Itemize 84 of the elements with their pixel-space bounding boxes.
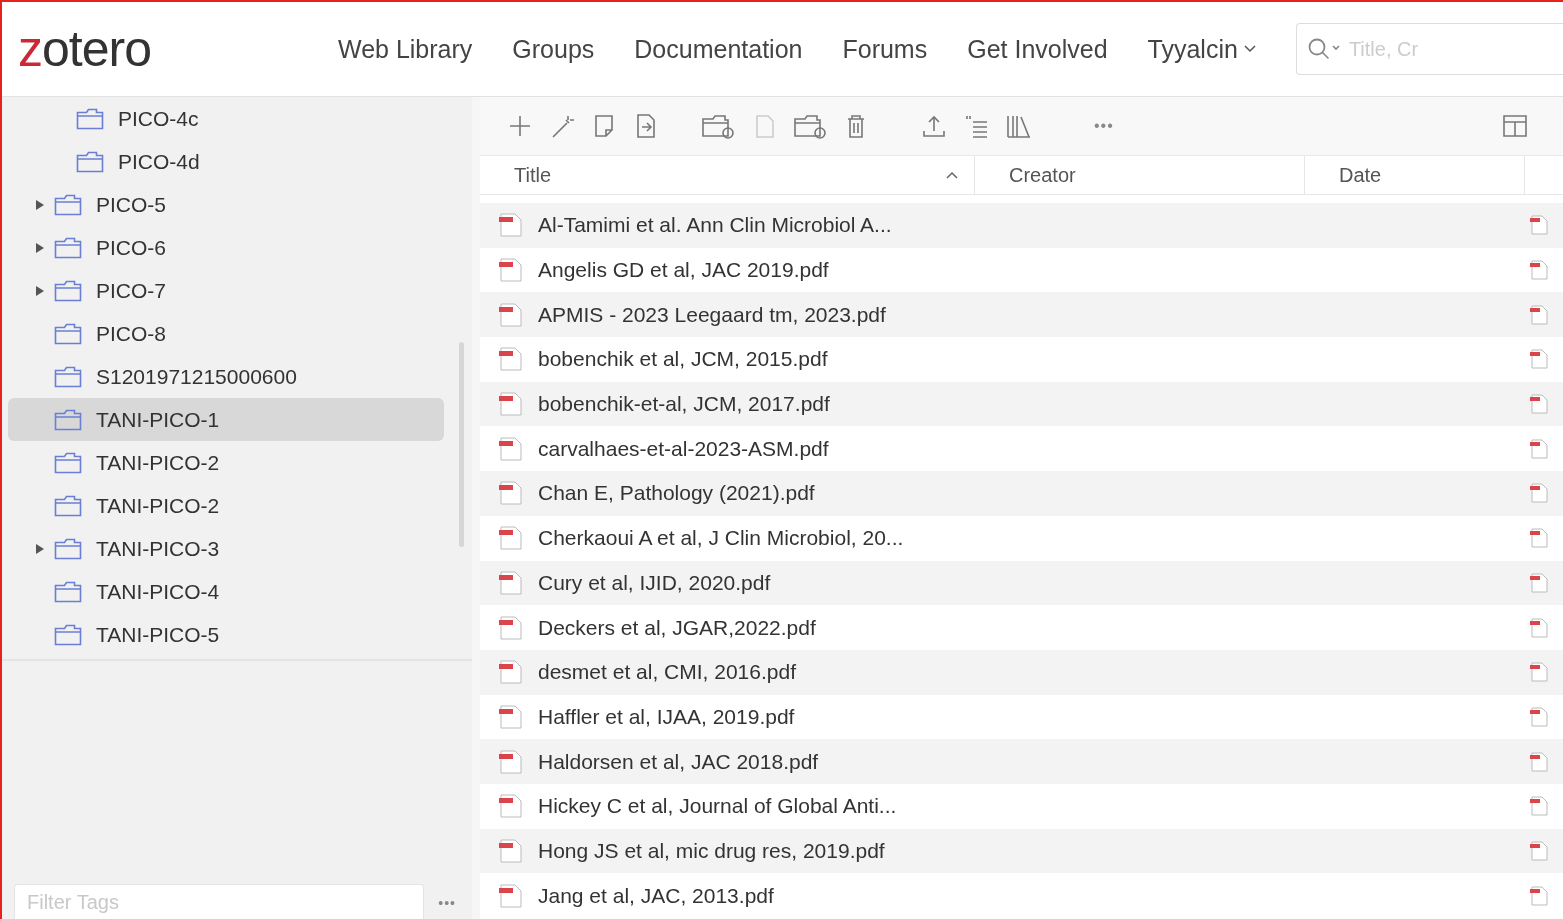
pdf-attachment-icon — [1529, 617, 1549, 638]
nav-link[interactable]: Documentation — [634, 34, 803, 64]
folder-icon — [76, 150, 104, 173]
pdf-icon — [498, 302, 524, 327]
column-header[interactable]: Creator — [975, 156, 1305, 194]
collection-item[interactable]: TANI-PICO-3 — [8, 527, 444, 570]
nav-link[interactable]: Get Involved — [967, 34, 1108, 64]
pdf-attachment-icon — [1529, 885, 1549, 906]
expand-arrow-icon[interactable] — [36, 543, 44, 554]
pdf-attachment-icon — [1529, 751, 1549, 772]
pdf-attachment-icon — [1529, 528, 1549, 549]
collection-item[interactable]: TANI-PICO-1 — [8, 398, 444, 441]
collection-item[interactable]: PICO-5 — [8, 183, 444, 226]
pdf-attachment-icon — [1529, 215, 1549, 236]
collection-item[interactable]: PICO-4d — [8, 140, 444, 183]
folder-icon — [54, 494, 82, 517]
pdf-attachment-icon — [1529, 572, 1549, 593]
folder-icon — [54, 580, 82, 603]
folder-icon — [54, 193, 82, 216]
item-row[interactable]: Chan E, Pathology (2021).pdf — [480, 471, 1563, 516]
collection-item[interactable]: PICO-4c — [8, 97, 444, 140]
collection-item[interactable]: TANI-PICO-5 — [8, 613, 444, 656]
pdf-icon — [498, 660, 524, 685]
pdf-icon — [498, 347, 524, 372]
folder-icon — [54, 365, 82, 388]
pdf-icon — [498, 436, 524, 461]
folder-icon — [54, 408, 82, 431]
pdf-icon — [498, 258, 524, 283]
folder-icon — [54, 623, 82, 646]
search-icon — [1306, 37, 1343, 61]
pdf-icon — [498, 794, 524, 819]
item-row[interactable]: APMIS - 2023 Leegaard tm, 2023.pdf — [480, 292, 1563, 338]
pdf-attachment-icon — [1529, 706, 1549, 727]
item-row[interactable]: bobenchik-et-al, JCM, 2017.pdf — [480, 381, 1563, 427]
pdf-icon — [498, 883, 524, 908]
nav-link[interactable]: Groups — [512, 34, 595, 64]
pdf-attachment-icon — [1529, 394, 1549, 415]
collection-item[interactable]: PICO-8 — [8, 312, 444, 355]
expand-arrow-icon[interactable] — [36, 285, 44, 296]
collection-item[interactable]: PICO-7 — [8, 269, 444, 312]
collection-item[interactable]: S1201971215000600 — [8, 355, 444, 398]
folder-icon — [54, 451, 82, 474]
pdf-attachment-icon — [1529, 796, 1549, 817]
collection-item[interactable]: TANI-PICO-2 — [8, 484, 444, 527]
zotero-logo[interactable]: zotero — [18, 20, 338, 78]
column-header[interactable]: Date — [1305, 156, 1525, 194]
item-row[interactable]: Cury et al, IJID, 2020.pdf — [480, 560, 1563, 606]
item-row[interactable]: Haldorsen et al, JAC 2018.pdf — [480, 739, 1563, 784]
nav-link[interactable]: Web Library — [338, 34, 473, 64]
folder-icon — [54, 537, 82, 560]
nav-link[interactable]: Forums — [842, 34, 928, 64]
chevron-down-icon — [1243, 45, 1256, 53]
folder-icon — [54, 322, 82, 345]
pdf-attachment-icon — [1529, 304, 1549, 325]
pdf-icon — [498, 838, 524, 863]
pdf-icon — [498, 213, 524, 238]
expand-arrow-icon[interactable] — [36, 242, 44, 253]
collection-item[interactable]: PICO-6 — [8, 226, 444, 269]
column-header[interactable]: Title — [480, 156, 975, 194]
pdf-attachment-icon — [1529, 438, 1549, 459]
folder-icon — [54, 279, 82, 302]
pdf-icon — [498, 526, 524, 551]
item-row[interactable]: Al-Tamimi et al. Ann Clin Microbiol A... — [480, 203, 1563, 248]
pdf-icon — [498, 481, 524, 506]
scrollbar[interactable] — [459, 342, 464, 547]
pdf-attachment-icon — [1529, 662, 1549, 683]
folder-icon — [76, 107, 104, 130]
folder-icon — [54, 236, 82, 259]
sort-ascending-icon — [946, 171, 958, 179]
expand-arrow-icon[interactable] — [36, 199, 44, 210]
pdf-icon — [498, 392, 524, 417]
user-menu[interactable]: Tyyalcin — [1147, 34, 1256, 64]
item-row[interactable]: desmet et al, CMI, 2016.pdf — [480, 649, 1563, 695]
pdf-attachment-icon — [1529, 260, 1549, 281]
pdf-icon — [498, 704, 524, 729]
pdf-attachment-icon — [1529, 483, 1549, 504]
collection-item[interactable]: TANI-PICO-4 — [8, 570, 444, 613]
pdf-attachment-icon — [1529, 349, 1549, 370]
collection-item[interactable]: TANI-PICO-2 — [8, 441, 444, 484]
pdf-icon — [498, 570, 524, 595]
item-row[interactable]: Hong JS et al, mic drug res, 2019.pdf — [480, 828, 1563, 874]
pdf-icon — [498, 749, 524, 774]
pdf-icon — [498, 615, 524, 640]
pdf-attachment-icon — [1529, 840, 1549, 861]
